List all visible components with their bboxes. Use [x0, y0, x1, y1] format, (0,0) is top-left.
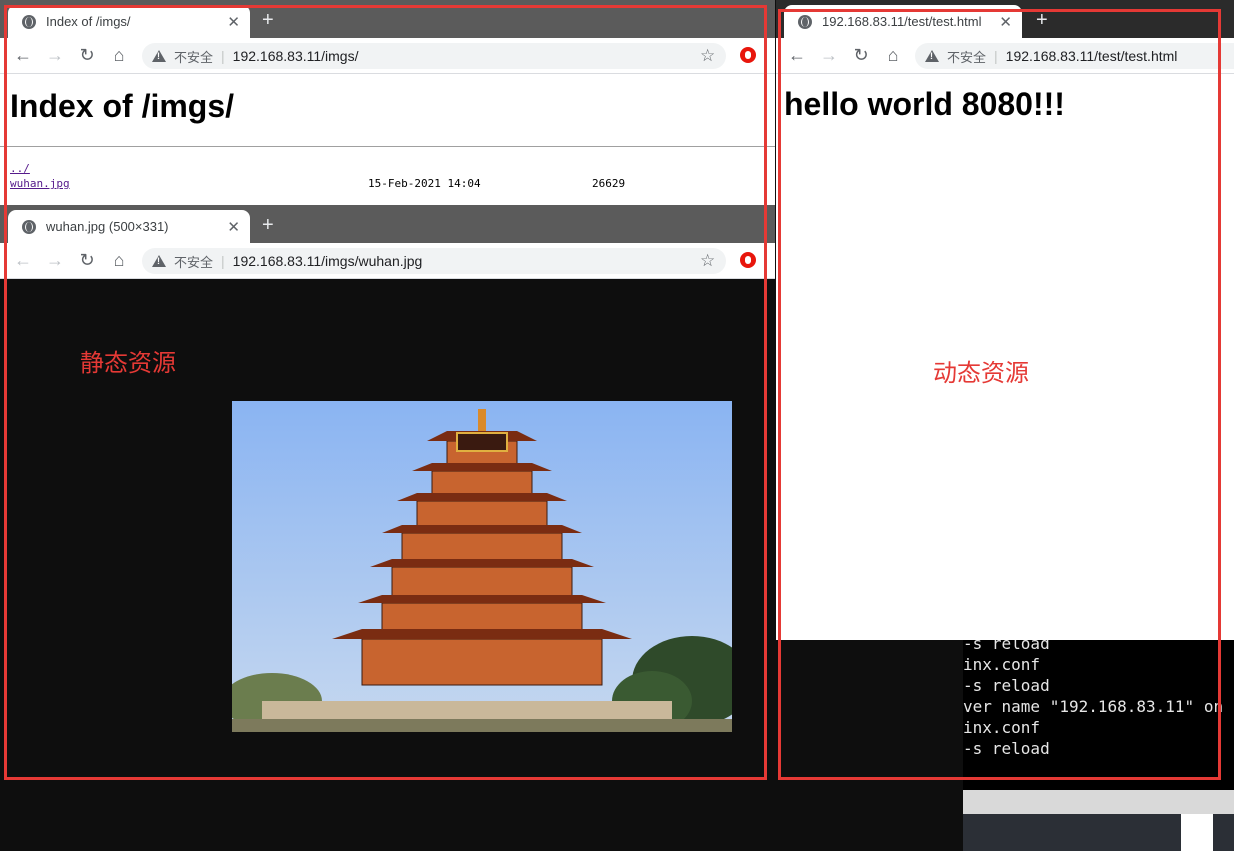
dynamic-resource-label: 动态资源: [933, 359, 1029, 387]
taskbar-item[interactable]: [1181, 814, 1213, 851]
dynamic-resource-box: [778, 9, 1221, 780]
static-resource-label: 静态资源: [80, 349, 176, 377]
static-resource-box: [4, 5, 767, 780]
taskbar: [963, 790, 1234, 851]
status-strip: [963, 790, 1234, 814]
